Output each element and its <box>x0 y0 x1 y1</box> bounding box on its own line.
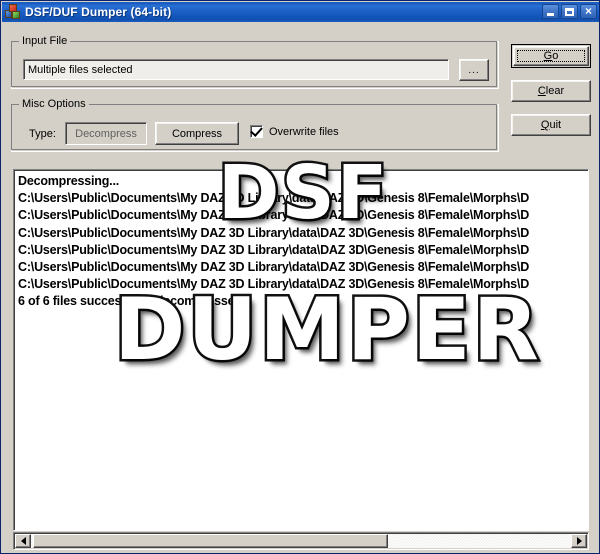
log-line: C:\Users\Public\Documents\My DAZ 3D Libr… <box>18 277 530 292</box>
maximize-button[interactable] <box>561 4 578 19</box>
log-line: C:\Users\Public\Documents\My DAZ 3D Libr… <box>18 242 530 257</box>
quit-button[interactable]: Quit <box>511 114 591 136</box>
caption-button-group: × <box>542 4 597 19</box>
checkbox-box[interactable] <box>250 124 263 138</box>
minimize-button[interactable] <box>542 4 559 19</box>
scroll-left-icon[interactable] <box>15 534 31 548</box>
close-button[interactable]: × <box>580 4 597 19</box>
overwrite-files-checkbox[interactable]: Overwrite files <box>250 124 339 138</box>
browse-button[interactable]: ... <box>459 59 489 81</box>
scrollbar-thumb[interactable] <box>33 534 388 548</box>
log-line: Decompressing... <box>18 174 119 188</box>
app-cubes-icon <box>5 4 21 20</box>
go-button[interactable]: Go <box>511 44 591 68</box>
log-line: 6 of 6 files successfully decompressed <box>18 294 242 309</box>
clear-button-accel: C <box>537 85 546 97</box>
misc-options-group: Misc Options Type: Decompress Compress O… <box>11 98 499 152</box>
check-tick-icon <box>250 124 263 137</box>
input-file-group: Input File Multiple files selected ... <box>11 35 499 89</box>
input-file-group-label: Input File <box>19 35 71 47</box>
log-output-area[interactable]: Decompressing... C:\Users\Public\Documen… <box>13 169 589 531</box>
log-line: C:\Users\Public\Documents\My DAZ 3D Libr… <box>18 191 530 206</box>
log-line: C:\Users\Public\Documents\My DAZ 3D Libr… <box>18 260 530 275</box>
application-window: DSF/DUF Dumper (64-bit) × Input File Mul… <box>0 0 600 554</box>
clear-button[interactable]: Clear <box>511 80 591 102</box>
go-button-label: o <box>552 50 559 62</box>
decompress-button[interactable]: Decompress <box>65 122 147 145</box>
scroll-right-icon[interactable] <box>571 534 587 548</box>
horizontal-scrollbar[interactable] <box>13 532 589 550</box>
clear-button-label: lear <box>545 85 565 97</box>
go-button-accel: G <box>543 50 553 62</box>
go-button-face: Go <box>513 46 589 66</box>
type-label: Type: <box>29 128 56 140</box>
input-file-field[interactable]: Multiple files selected <box>23 59 449 80</box>
log-line: C:\Users\Public\Documents\My DAZ 3D Libr… <box>18 208 530 223</box>
client-area: Input File Multiple files selected ... M… <box>2 22 599 553</box>
misc-options-group-label: Misc Options <box>19 98 89 110</box>
compress-button[interactable]: Compress <box>155 122 239 145</box>
window-title: DSF/DUF Dumper (64-bit) <box>25 5 172 19</box>
overwrite-files-label: Overwrite files <box>269 125 339 138</box>
title-bar[interactable]: DSF/DUF Dumper (64-bit) × <box>2 2 599 22</box>
log-line: C:\Users\Public\Documents\My DAZ 3D Libr… <box>18 225 530 240</box>
quit-button-label: uit <box>549 119 562 131</box>
